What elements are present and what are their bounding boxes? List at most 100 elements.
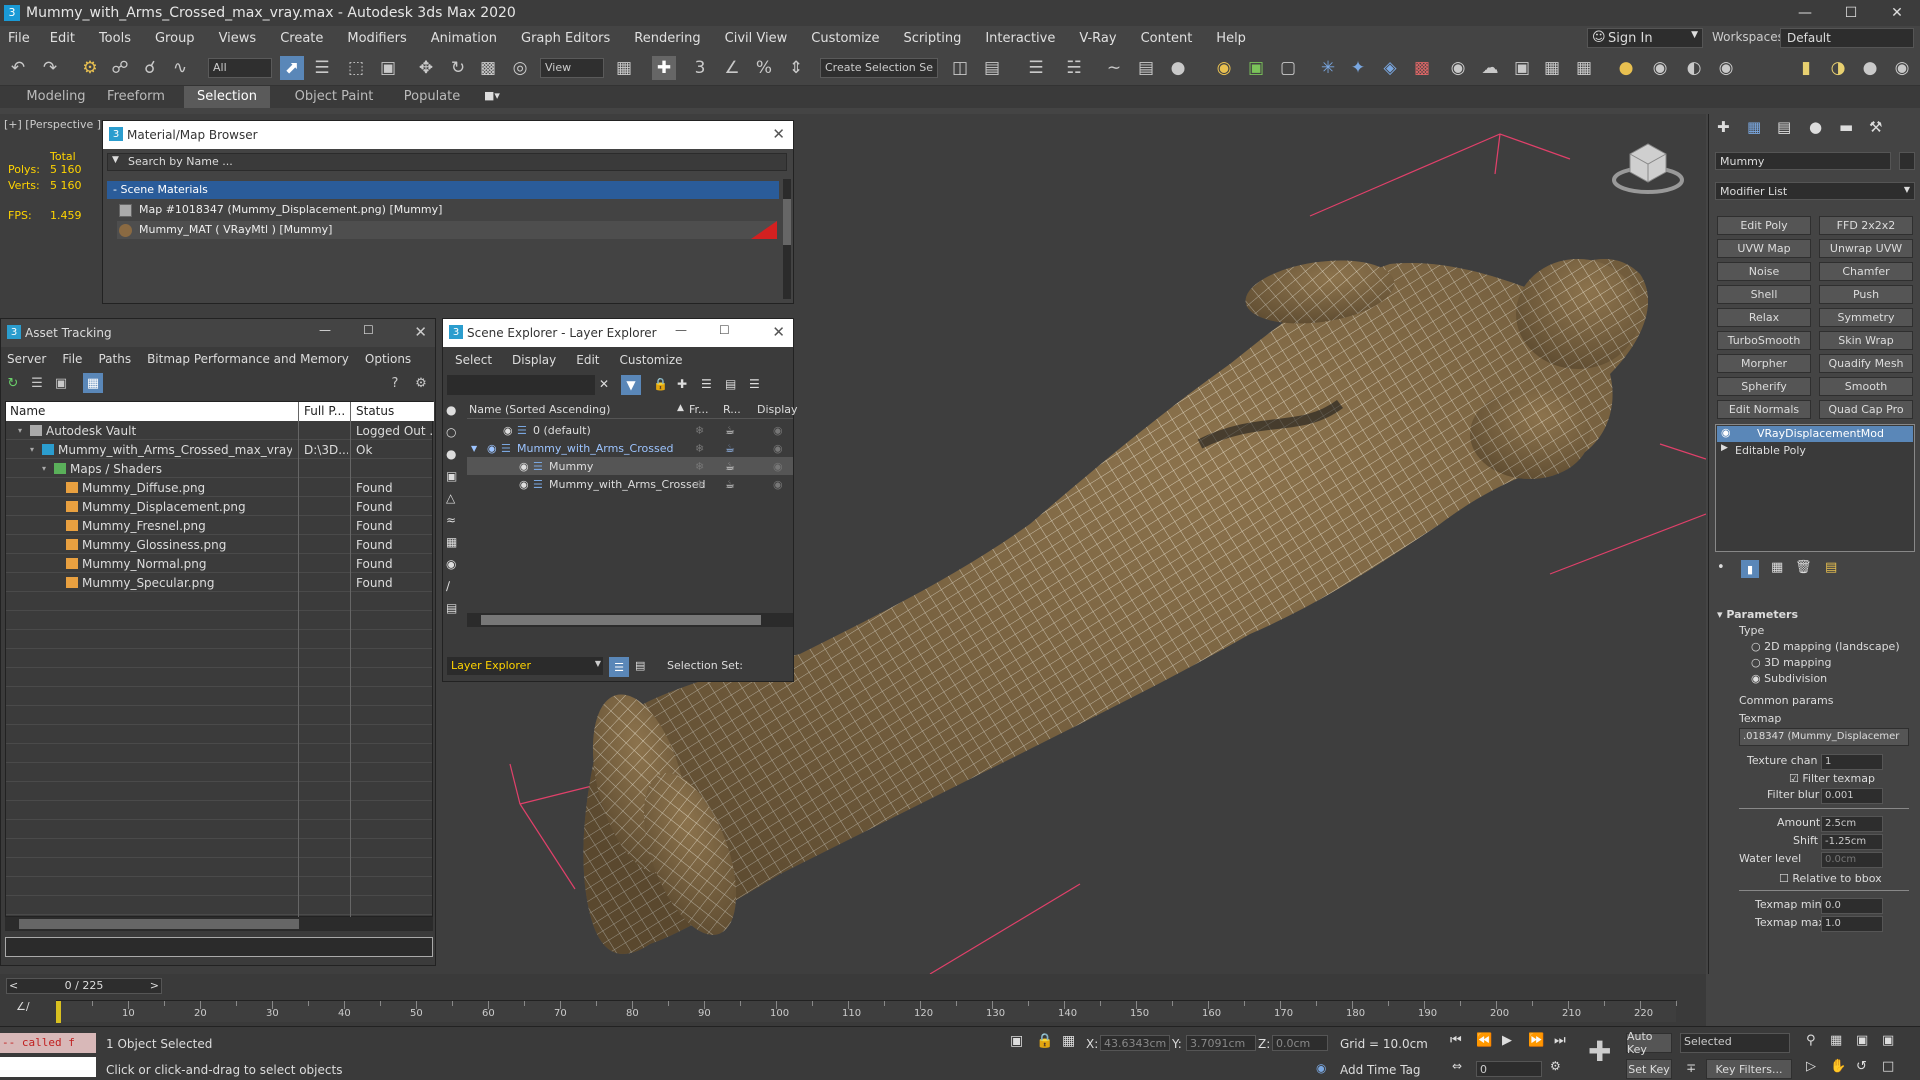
modifier-button[interactable]: Morpher bbox=[1717, 354, 1811, 373]
field-of-view-icon[interactable]: ▷ bbox=[1806, 1059, 1816, 1074]
filter-blur-spinner[interactable]: 0.001 bbox=[1821, 788, 1883, 804]
menu-select[interactable]: Select bbox=[455, 353, 492, 367]
y-coordinate-field[interactable]: 3.7091cm bbox=[1186, 1035, 1256, 1051]
asset-row[interactable]: ▾ Maps / Shaders bbox=[6, 459, 434, 478]
asset-row[interactable]: ▾ Mummy_with_Arms_Crossed_max_vray.m... D:… bbox=[6, 440, 434, 459]
menu-paths[interactable]: Paths bbox=[98, 352, 131, 366]
vray-toolbar-icon[interactable]: ✳ bbox=[1316, 56, 1340, 80]
explorer-type-dropdown[interactable]: Layer Explorer ▼ bbox=[447, 657, 603, 675]
display-shapes-icon[interactable]: ○ bbox=[446, 425, 456, 439]
link-icon[interactable]: ☍ bbox=[108, 56, 132, 80]
display-helpers-icon[interactable]: △ bbox=[446, 491, 455, 505]
percent-snap-icon[interactable]: % bbox=[752, 56, 776, 80]
maximize-icon[interactable]: ☐ bbox=[719, 323, 730, 337]
menu-tools[interactable]: Tools bbox=[87, 31, 143, 46]
ribbon-options-icon[interactable]: ■▾ bbox=[484, 89, 500, 102]
menu-bitmap-performance[interactable]: Bitmap Performance and Memory bbox=[147, 352, 349, 366]
modifier-button[interactable]: Shell bbox=[1717, 285, 1811, 304]
eye-icon[interactable]: ◉ bbox=[519, 478, 529, 491]
freeze-icon[interactable]: ❄ bbox=[695, 478, 704, 491]
menu-help[interactable]: Help bbox=[1204, 31, 1258, 46]
vray-mesh-icon[interactable]: ▦ bbox=[1540, 56, 1564, 80]
relative-bbox-checkbox[interactable]: ☐ Relative to bbox bbox=[1779, 872, 1882, 885]
undo-icon[interactable]: ↶ bbox=[6, 56, 30, 80]
menu-server[interactable]: Server bbox=[7, 352, 46, 366]
scene-tree-row[interactable]: ◉ ☰ 0 (default) ❄ ☕ ◉ bbox=[467, 421, 793, 439]
display-spacewarps-icon[interactable]: ≈ bbox=[446, 513, 456, 527]
column-renderable[interactable]: R... bbox=[723, 403, 741, 416]
modifier-button[interactable]: Quadify Mesh bbox=[1819, 354, 1913, 373]
asset-tracking-titlebar[interactable]: 3 Asset Tracking — ☐ ✕ bbox=[1, 319, 435, 347]
display-bones-icon[interactable]: ∕ bbox=[446, 579, 450, 593]
redo-icon[interactable]: ↷ bbox=[38, 56, 62, 80]
scale-icon[interactable]: ▩ bbox=[476, 56, 500, 80]
rendered-frame-icon[interactable]: ▣ bbox=[1244, 56, 1268, 80]
material-list-item[interactable]: Mummy_MAT ( VRayMtl ) [Mummy] bbox=[117, 221, 777, 239]
rotate-icon[interactable]: ↻ bbox=[446, 56, 470, 80]
stack-item-editable-poly[interactable]: ▶ Editable Poly bbox=[1717, 443, 1913, 459]
schematic-icon[interactable]: ▤ bbox=[1134, 56, 1158, 80]
viewport-label[interactable]: [+] [Perspective ] [ bbox=[4, 118, 109, 131]
goto-end-icon[interactable]: ⏭ bbox=[1554, 1033, 1566, 1048]
spinner-snap-icon[interactable]: ⇕ bbox=[784, 56, 808, 80]
window-crossing-icon[interactable]: ▣ bbox=[376, 56, 400, 80]
display-xrefs-icon[interactable]: ◉ bbox=[446, 557, 456, 571]
expand-arrow-icon[interactable]: ▼ bbox=[471, 444, 477, 453]
lock-icon[interactable]: 🔒 bbox=[653, 377, 668, 391]
menu-group[interactable]: Group bbox=[143, 31, 207, 46]
modifier-button[interactable]: TurboSmooth bbox=[1717, 331, 1811, 350]
track-bar[interactable]: 10 20 30 40 50 60 70 80 90 100 110 120 130 140 150 160 1… bbox=[56, 1000, 1677, 1023]
motion-tab-icon[interactable]: ● bbox=[1809, 118, 1822, 136]
selection-filter-dropdown[interactable]: All bbox=[208, 58, 272, 78]
mirror-icon[interactable]: ◫ bbox=[948, 56, 972, 80]
play-icon[interactable]: ▶ bbox=[1502, 1033, 1512, 1048]
modifier-button[interactable]: Smooth bbox=[1819, 377, 1913, 396]
key-filters-button[interactable]: Key Filters... bbox=[1706, 1059, 1792, 1079]
vray-vfb-icon[interactable]: ▣ bbox=[1510, 56, 1534, 80]
menu-file[interactable]: File bbox=[62, 352, 82, 366]
unlink-icon[interactable]: ☌ bbox=[138, 56, 162, 80]
vray-lights-icon[interactable]: ✦ bbox=[1346, 56, 1370, 80]
asset-row[interactable]: Mummy_Normal.png Found bbox=[6, 554, 434, 573]
curve-editor-toggle-icon[interactable]: ∠∕ bbox=[16, 1000, 30, 1013]
water-level-spinner[interactable]: 0.0cm bbox=[1821, 852, 1883, 868]
align-icon[interactable]: ▤ bbox=[980, 56, 1004, 80]
scene-explorer-titlebar[interactable]: 3 Scene Explorer - Layer Explorer — ☐ ✕ bbox=[443, 319, 793, 347]
time-slider[interactable]: < 0 / 225 > bbox=[6, 978, 162, 994]
clear-search-icon[interactable]: ✕ bbox=[599, 377, 609, 391]
menu-create[interactable]: Create bbox=[268, 31, 335, 46]
create-tab-icon[interactable]: ✚ bbox=[1717, 118, 1730, 136]
asset-row[interactable]: Mummy_Diffuse.png Found bbox=[6, 478, 434, 497]
object-color-swatch[interactable] bbox=[1899, 152, 1915, 170]
modifier-button[interactable]: Push bbox=[1819, 285, 1913, 304]
stack-item-vray-displacement[interactable]: ◉ VRayDisplacementMod bbox=[1717, 426, 1913, 442]
vray-light-icon[interactable]: ● bbox=[1614, 56, 1638, 80]
scene-materials-group[interactable]: - Scene Materials bbox=[107, 181, 779, 199]
bind-spacewarp-icon[interactable]: ∿ bbox=[168, 56, 192, 80]
render-icon[interactable]: ☕ bbox=[725, 460, 735, 473]
table-view-icon[interactable]: ▦ bbox=[83, 373, 103, 393]
viewcube[interactable] bbox=[1612, 143, 1684, 194]
hierarchy-tab-icon[interactable]: ▤ bbox=[1777, 118, 1791, 136]
menu-graph-editors[interactable]: Graph Editors bbox=[509, 31, 622, 46]
amount-spinner[interactable]: 2.5cm bbox=[1821, 816, 1883, 832]
curve-editor-icon[interactable]: ∼ bbox=[1102, 56, 1126, 80]
toggle-layer-icon[interactable]: ☰ bbox=[1024, 56, 1048, 80]
menu-display[interactable]: Display bbox=[512, 353, 556, 367]
material-list-item[interactable]: Map #1018347 (Mummy_Displacement.png) [M… bbox=[117, 201, 777, 219]
filter-texmap-checkbox[interactable]: ☑ Filter texmap bbox=[1789, 772, 1875, 785]
column-frozen[interactable]: Fr... bbox=[689, 403, 709, 416]
scene-tree-row[interactable]: ▼ ◉ ☰ Mummy_with_Arms_Crossed ❄ ☕ ◉ bbox=[467, 439, 793, 457]
select-by-name-icon[interactable]: ☰ bbox=[310, 56, 334, 80]
display-icon[interactable]: ◉ bbox=[773, 442, 783, 455]
menu-views[interactable]: Views bbox=[207, 31, 269, 46]
vray-fur-icon[interactable]: ▩ bbox=[1410, 56, 1434, 80]
zoom-all-icon[interactable]: ▦ bbox=[1830, 1033, 1842, 1048]
vray-rect-light-icon[interactable]: ▮ bbox=[1794, 56, 1818, 80]
expand-arrow-icon[interactable]: ▶ bbox=[1721, 443, 1728, 453]
modifier-button[interactable]: UVW Map bbox=[1717, 239, 1811, 258]
pivot-icon[interactable]: ▦ bbox=[612, 56, 636, 80]
menu-vray[interactable]: V-Ray bbox=[1067, 31, 1128, 46]
modifier-button[interactable]: Edit Poly bbox=[1717, 216, 1811, 235]
menu-customize[interactable]: Customize bbox=[799, 31, 891, 46]
